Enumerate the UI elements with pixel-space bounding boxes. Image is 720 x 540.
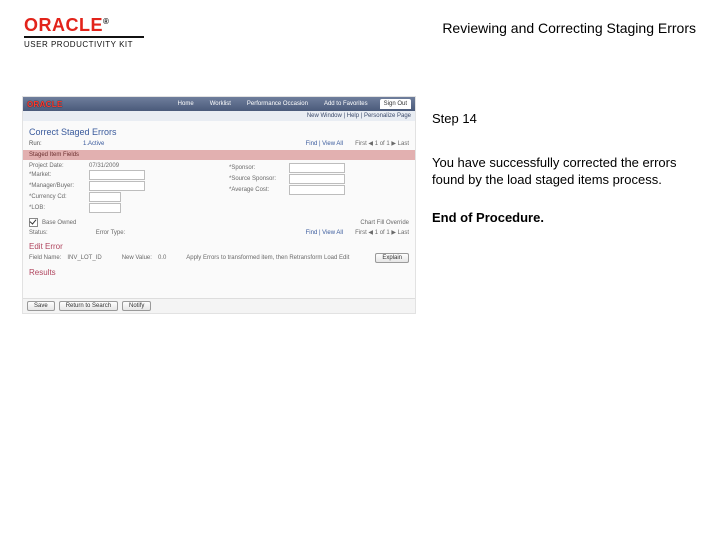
nav-tab-worklist[interactable]: Worklist [206, 99, 235, 109]
page-title: Reviewing and Correcting Staging Errors [442, 20, 696, 36]
registered-mark: ® [103, 17, 109, 26]
explain-button[interactable]: Explain [375, 253, 409, 263]
right-fields: *Sponsor: *Source Sponsor: *Average Cost… [229, 162, 409, 214]
run-link[interactable]: 1.Active [83, 141, 104, 147]
staged-section-header: Staged Item Fields [23, 150, 415, 160]
nav-tab-home[interactable]: Home [174, 99, 198, 109]
brand-subtitle: USER PRODUCTIVITY KIT [24, 40, 184, 49]
end-of-procedure: End of Procedure. [432, 209, 692, 227]
brand-name-text: ORACLE [24, 15, 103, 35]
run-label: Run: [29, 141, 77, 147]
brand-block: ORACLE® USER PRODUCTIVITY KIT [24, 16, 184, 49]
field-name-label: Field Name: [29, 255, 61, 261]
bottom-bar: Save Return to Search Notify [23, 298, 416, 313]
step-description: You have successfully corrected the erro… [432, 154, 692, 189]
run-row: Run: 1.Active Find | View All First ◀ 1 … [23, 139, 415, 148]
left-fields: Project Date:07/31/2009 *Market: *Manage… [29, 162, 209, 214]
results-header: Results [23, 264, 415, 277]
app-topnav: ORACLE Home Worklist Performance Occasio… [23, 97, 415, 111]
base-owned-checkbox[interactable] [29, 218, 38, 227]
field-source-sponsor: *Source Sponsor: [229, 174, 409, 184]
pager[interactable]: First ◀ 1 of 1 ▶ Last [355, 140, 409, 147]
field-sponsor: *Sponsor: [229, 163, 409, 173]
step-column: Step 14 You have successfully corrected … [432, 110, 692, 226]
field-lob: *LOB: [29, 203, 209, 213]
app-screenshot: ORACLE Home Worklist Performance Occasio… [22, 96, 416, 314]
step-label: Step 14 [432, 110, 692, 128]
save-button[interactable]: Save [27, 301, 55, 311]
error-type-label: Error Type: [96, 230, 126, 236]
field-name-value: INV_LOT_ID [67, 255, 101, 261]
nav-tab-favorites[interactable]: Add to Favorites [320, 99, 372, 109]
app-brand: ORACLE [27, 100, 63, 109]
app-page-title: Correct Staged Errors [23, 121, 415, 139]
field-market: *Market: [29, 170, 209, 180]
view-all-2[interactable]: Find | View All [306, 230, 343, 236]
nav-tab-signout[interactable]: Sign Out [380, 99, 411, 109]
status-row: Status: Error Type: Find | View All Firs… [23, 227, 415, 238]
fields-grid: Project Date:07/31/2009 *Market: *Manage… [23, 160, 415, 216]
notify-button[interactable]: Notify [122, 301, 151, 311]
apply-label: Apply Errors to transformed item, then R… [186, 255, 349, 261]
brand-rule [24, 36, 144, 38]
nav-tab-performance[interactable]: Performance Occasion [243, 99, 312, 109]
field-avg-cost: *Average Cost: [229, 185, 409, 195]
field-project-date: Project Date:07/31/2009 [29, 163, 209, 169]
app-subnav[interactable]: New Window | Help | Personalize Page [23, 111, 415, 121]
chart-fill-label: Chart Fill Override [360, 220, 409, 226]
new-value-label: New Value: [122, 255, 152, 261]
field-currency: *Currency Cd: [29, 192, 209, 202]
return-button[interactable]: Return to Search [59, 301, 118, 311]
new-value-value: 0.0 [158, 255, 166, 261]
edit-error-row: Field Name: INV_LOT_ID New Value: 0.0 Ap… [23, 252, 415, 264]
brand-name: ORACLE® [24, 16, 184, 34]
base-owned-label: Base Owned [42, 220, 76, 226]
status-label: Status: [29, 230, 48, 236]
edit-error-header: Edit Error [23, 238, 415, 252]
base-owned-row: Base Owned Chart Fill Override [23, 218, 415, 227]
pager-2[interactable]: First ◀ 1 of 1 ▶ Last [355, 229, 409, 236]
view-all-link[interactable]: Find | View All [306, 141, 343, 147]
field-manager: *Manager/Buyer: [29, 181, 209, 191]
